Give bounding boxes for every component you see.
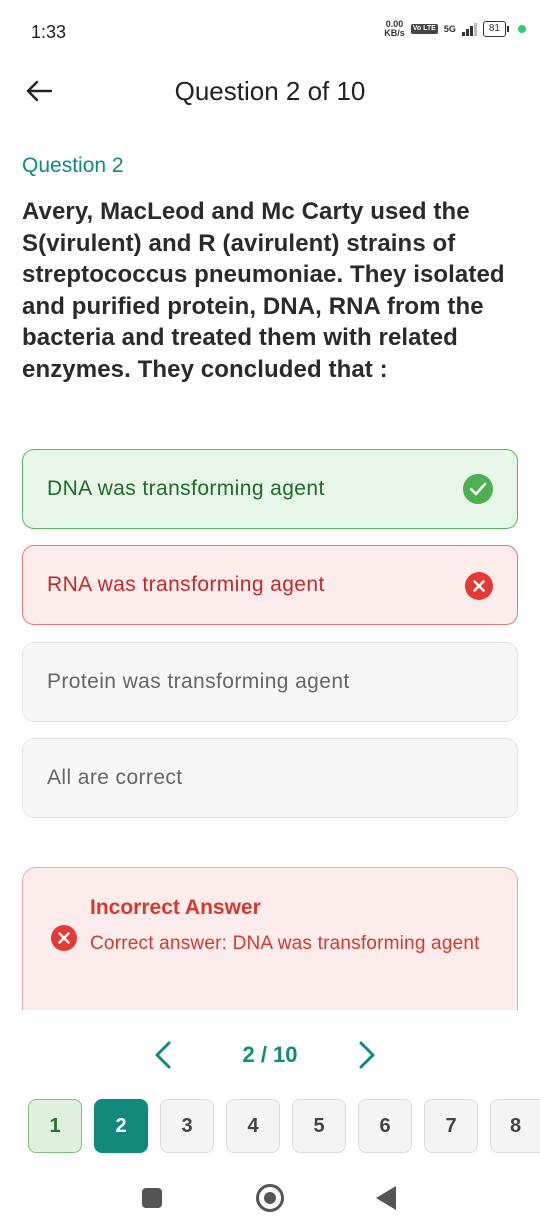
- recent-apps-icon[interactable]: [142, 1188, 162, 1208]
- question-chip-4[interactable]: 4: [226, 1099, 280, 1153]
- option-label: RNA was transforming agent: [47, 573, 325, 596]
- status-icons: 0.00 KB/s Vo LTE 5G 81: [384, 20, 526, 38]
- option-label: Protein was transforming agent: [47, 670, 350, 693]
- x-circle-icon: [465, 572, 493, 600]
- option-label: DNA was transforming agent: [47, 477, 325, 500]
- question-chip-7[interactable]: 7: [424, 1099, 478, 1153]
- x-circle-icon: [51, 925, 77, 951]
- question-number: Question 2: [22, 154, 124, 177]
- question-chip-3[interactable]: 3: [160, 1099, 214, 1153]
- status-bar: 1:33 0.00 KB/s Vo LTE 5G 81: [0, 0, 540, 64]
- volte-icon: Vo LTE: [410, 24, 438, 34]
- page-title-text: Question 2 of 10: [174, 76, 366, 106]
- option-b[interactable]: RNA was transforming agent: [22, 545, 518, 625]
- battery-icon: 81: [482, 21, 510, 37]
- question-chip-8[interactable]: 8: [490, 1099, 540, 1153]
- question-navigation-panel: 2 / 10 1 2 3 4 5 6 7 8: [0, 1010, 540, 1170]
- option-label: All are correct: [47, 766, 183, 789]
- chevron-right-icon: [359, 1041, 375, 1069]
- question-chip-6[interactable]: 6: [358, 1099, 412, 1153]
- next-question-button[interactable]: [352, 1038, 382, 1072]
- pager-label: 2 / 10: [242, 1042, 298, 1067]
- page-title: Question 2 of 10: [0, 76, 540, 107]
- signal-icon: [461, 22, 477, 36]
- app-header: Question 2 of 10: [0, 64, 540, 120]
- feedback-title: Incorrect Answer: [90, 896, 261, 919]
- status-time: 1:33: [31, 22, 67, 42]
- system-navigation-bar: [0, 1170, 540, 1230]
- network-type: 5G: [443, 23, 456, 34]
- question-chip-5[interactable]: 5: [292, 1099, 346, 1153]
- question-chip-1[interactable]: 1: [28, 1099, 82, 1153]
- back-triangle-icon[interactable]: [376, 1186, 396, 1210]
- question-chip-2[interactable]: 2: [94, 1099, 148, 1153]
- feedback-text: Correct answer: DNA was transforming age…: [90, 933, 480, 954]
- check-circle-icon: [463, 474, 493, 504]
- option-c[interactable]: Protein was transforming agent: [22, 642, 518, 722]
- privacy-indicator-icon: [518, 25, 526, 33]
- question-text: Avery, MacLeod and Mc Carty used the S(v…: [22, 198, 505, 383]
- option-d[interactable]: All are correct: [22, 738, 518, 818]
- home-icon[interactable]: [256, 1184, 284, 1212]
- network-speed: 0.00 KB/s: [384, 20, 405, 38]
- network-type-label: 5G: [443, 23, 456, 34]
- answer-feedback-card: Incorrect Answer Correct answer: DNA was…: [22, 867, 518, 1017]
- network-speed-unit: KB/s: [384, 28, 405, 38]
- option-a[interactable]: DNA was transforming agent: [22, 449, 518, 529]
